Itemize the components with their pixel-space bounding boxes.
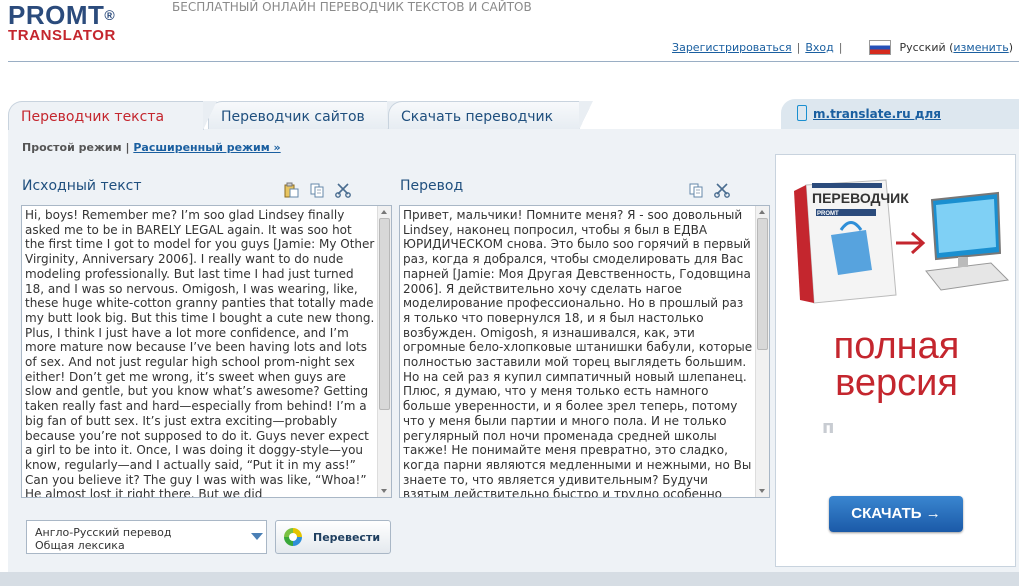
- promo-banner[interactable]: ПЕРЕВОДЧИК PROMT полная версия п СКАЧАТЬ…: [775, 154, 1016, 567]
- source-scrollbar[interactable]: [377, 206, 391, 497]
- scroll-up-arrow-icon[interactable]: [381, 210, 387, 214]
- translate-icon: [284, 528, 302, 546]
- source-text: Hi, boys! Remember me? I’m soo glad Lind…: [25, 208, 375, 498]
- direction-value: Англо-Русский перевод: [35, 526, 172, 539]
- simple-mode-label: Простой режим: [22, 141, 122, 154]
- logo-sub-text: TRANSLATOR: [8, 27, 116, 44]
- translation-text-area[interactable]: Привет, мальчики! Помните меня? Я - soo …: [399, 205, 770, 498]
- header-user-links: Зарегистрироваться | Вход | Русский (изм…: [672, 40, 1013, 55]
- tab-text-translator[interactable]: Переводчик текста: [8, 101, 217, 130]
- subject-value: Общая лексика: [35, 539, 125, 552]
- translation-direction-select[interactable]: Англо-Русский перевод Общая лексика: [26, 520, 267, 554]
- footer-bar: [0, 572, 1019, 586]
- chevron-down-icon: [251, 533, 263, 540]
- mobile-version-link[interactable]: m.translate.ru для мобильных: [781, 99, 1019, 151]
- register-link[interactable]: Зарегистрироваться: [672, 41, 792, 54]
- box-brand: PROMT: [817, 211, 839, 217]
- scroll-down-arrow-icon[interactable]: [759, 489, 765, 493]
- copy-translation-icon[interactable]: [688, 182, 704, 198]
- source-text-area[interactable]: Hi, boys! Remember me? I’m soo glad Lind…: [21, 205, 392, 498]
- promt-logo[interactable]: PROMT® TRANSLATOR: [8, 2, 116, 44]
- download-button[interactable]: СКАЧАТЬ →: [829, 496, 963, 532]
- translation-text: Привет, мальчики! Помните меня? Я - soo …: [403, 208, 753, 498]
- russian-flag-icon: [869, 40, 892, 55]
- scroll-thumb[interactable]: [379, 218, 390, 410]
- translation-scrollbar[interactable]: [755, 206, 769, 497]
- promo-headline-2: версия: [835, 362, 958, 404]
- clear-scissors-icon[interactable]: [335, 182, 351, 198]
- box-title: ПЕРЕВОДЧИК: [812, 190, 909, 206]
- logo-main-text: PROMT®: [8, 0, 116, 30]
- language-label-suffix: ): [1008, 41, 1013, 54]
- translate-button[interactable]: Перевести: [275, 520, 391, 554]
- translator-panel: Простой режим | Расширенный режим » Исхо…: [8, 129, 1019, 586]
- tab-site-translator[interactable]: Переводчик сайтов: [208, 101, 401, 130]
- login-link[interactable]: Вход: [805, 41, 833, 54]
- scroll-thumb[interactable]: [757, 218, 768, 350]
- translation-title: Перевод: [400, 178, 464, 194]
- mode-separator: |: [125, 141, 130, 154]
- scroll-up-arrow-icon[interactable]: [759, 210, 765, 214]
- link-separator: |: [838, 41, 843, 54]
- advanced-mode-link[interactable]: Расширенный режим »: [133, 141, 280, 154]
- paste-icon[interactable]: [283, 182, 299, 198]
- promo-headline-1: полная: [833, 325, 960, 367]
- software-box-illustration: ПЕРЕВОДЧИК PROMT: [794, 179, 1010, 304]
- current-language-label: Русский (: [899, 41, 954, 54]
- scroll-down-arrow-icon[interactable]: [381, 489, 387, 493]
- link-separator: |: [796, 41, 801, 54]
- copy-icon[interactable]: [309, 182, 325, 198]
- clear-translation-scissors-icon[interactable]: [714, 182, 730, 198]
- mobile-phone-icon: [797, 105, 807, 121]
- change-language-link[interactable]: изменить: [953, 41, 1008, 54]
- promo-small-text: п: [822, 417, 835, 438]
- mode-switcher: Простой режим | Расширенный режим »: [22, 141, 281, 154]
- header-divider: [8, 61, 1019, 62]
- site-tagline: БЕСПЛАТНЫЙ ОНЛАЙН ПЕРЕВОДЧИК ТЕКСТОВ И С…: [172, 0, 532, 14]
- main-tabs: Переводчик текста Переводчик сайтов Скач…: [8, 99, 1019, 151]
- tab-download-translator[interactable]: Скачать переводчик: [388, 101, 593, 130]
- source-text-title: Исходный текст: [22, 178, 142, 194]
